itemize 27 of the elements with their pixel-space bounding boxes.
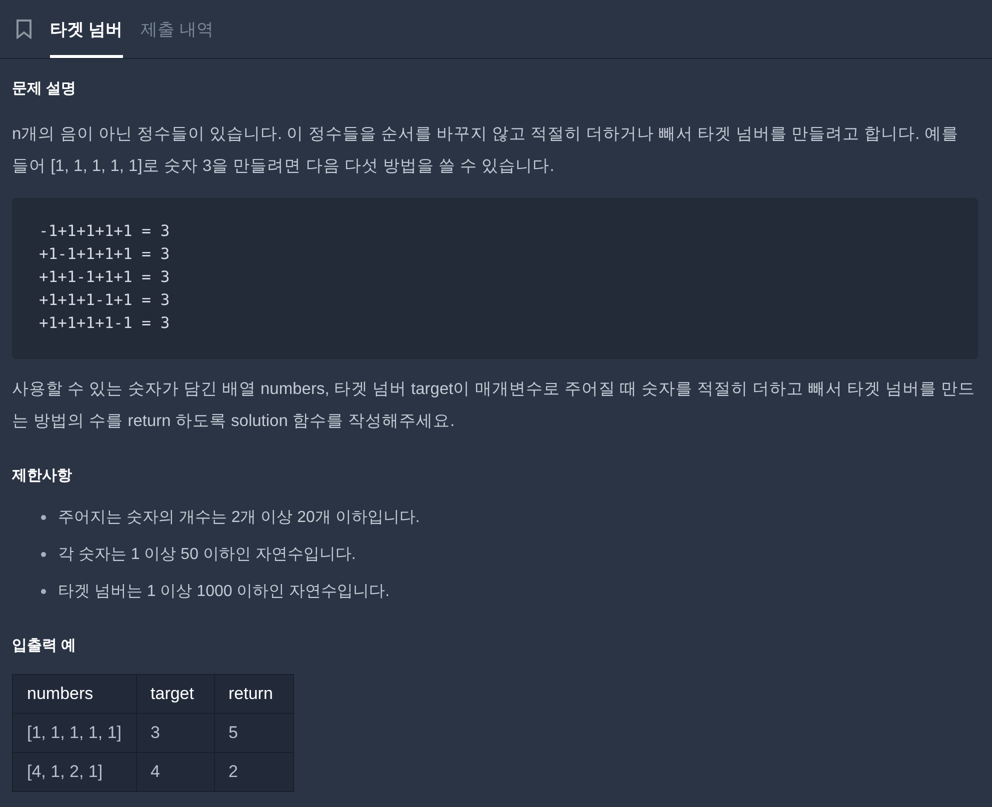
bullet-icon [41,515,46,520]
paragraph: n개의 음이 아닌 정수들이 있습니다. 이 정수들을 순서를 바꾸지 않고 적절히 더하거나 빼서 타겟 넘버를 만들려고 합니다. 예를 들어 [1, 1, 1, 1, 1]로 숫자 3을 만들려면 다음 다섯 방법을 쓸 수 있습니다. [12,124,960,177]
section-heading: 입출력 예 [12,636,78,656]
code-line: +1-1+1+1+1 = 3 [39,244,170,265]
bullet-icon [41,552,46,557]
table-cell: 4 [136,752,214,792]
tab[interactable]: 타겟 넘버 [50,0,123,58]
paragraph: 사용할 수 있는 숫자가 담긴 배열 numbers, 타겟 넘버 target이 매개변수로 주어질 때 숫자를 적절히 더하고 빼서 타겟 넘버를 만드는 방법의 수를 return 하도록 solution 함수를 작성해주세요. [12,379,976,432]
code-line: +1+1+1+1-1 = 3 [39,313,170,334]
bookmark-icon[interactable] [16,19,32,39]
bullet-icon [41,589,46,594]
section-heading: 제한사항 [12,466,73,486]
column-header: numbers [12,674,136,714]
list-item-text: 타겟 넘버는 1 이상 1000 이하인 자연수입니다. [58,582,390,602]
table-cell: [4, 1, 2, 1] [12,752,136,792]
code-line: +1+1-1+1+1 = 3 [39,267,170,288]
column-header: return [214,674,294,714]
column-header: target [136,674,214,714]
code-line: +1+1+1-1+1 = 3 [39,290,170,311]
code-line: -1+1+1+1+1 = 3 [39,221,170,242]
table-cell: 3 [136,714,214,752]
list-item-text: 주어지는 숫자의 개수는 2개 이상 20개 이하입니다. [58,508,420,528]
table-cell: 5 [214,714,294,752]
table-cell: [1, 1, 1, 1, 1] [12,714,136,752]
table-cell: 2 [214,752,294,792]
section-heading: 문제 설명 [12,79,78,99]
list-item-text: 각 숫자는 1 이상 50 이하인 자연수입니다. [58,545,356,565]
